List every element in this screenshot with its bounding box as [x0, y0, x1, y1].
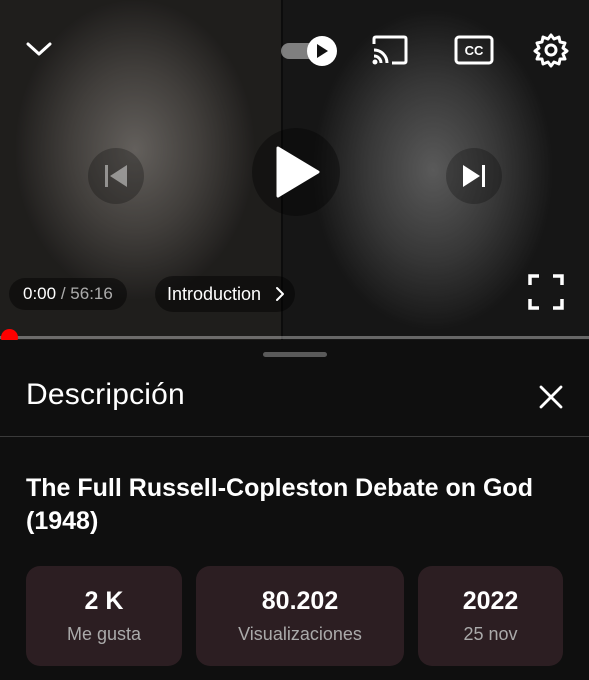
chevron-right-icon: [276, 287, 285, 301]
description-sheet: Descripción The Full Russell-Copleston D…: [0, 340, 589, 680]
time-separator-text: /: [60, 284, 66, 303]
cast-icon: [372, 35, 408, 65]
captions-button[interactable]: CC: [452, 30, 496, 70]
previous-icon: [105, 165, 127, 187]
time-display: 0:00 / 56:16: [9, 278, 127, 310]
progress-bar[interactable]: [0, 336, 589, 339]
cc-icon: CC: [454, 35, 494, 65]
total-duration: 56:16: [70, 284, 113, 303]
next-button[interactable]: [446, 148, 502, 204]
previous-button[interactable]: [88, 148, 144, 204]
chapter-button[interactable]: Introduction: [155, 276, 296, 312]
settings-icon: [533, 33, 569, 68]
settings-button[interactable]: [530, 29, 572, 71]
chevron-down-icon: [26, 42, 52, 56]
progress-scrubber[interactable]: [1, 329, 18, 340]
upload-date: 25 nov: [463, 624, 518, 644]
autoplay-knob: [307, 36, 337, 66]
cc-label: CC: [465, 43, 484, 58]
likes-count: 2 K: [84, 587, 124, 615]
autoplay-icon: [317, 44, 328, 58]
drag-handle[interactable]: [263, 352, 327, 357]
sheet-heading: Descripción: [26, 378, 185, 411]
chapter-title: Introduction: [167, 283, 262, 304]
time-separator: /: [56, 284, 70, 304]
fullscreen-button[interactable]: [524, 270, 568, 314]
date-stat: 2022 25 nov: [418, 566, 563, 666]
close-button[interactable]: [532, 378, 570, 416]
play-icon: [276, 146, 320, 198]
autoplay-toggle[interactable]: [281, 36, 339, 66]
video-player[interactable]: CC 0:00 / 56:16 Introduction: [0, 0, 589, 340]
sheet-divider: [0, 436, 589, 437]
views-label: Visualizaciones: [238, 624, 362, 644]
views-count: 80.202: [261, 587, 339, 615]
play-button[interactable]: [252, 128, 340, 216]
current-time: 0:00: [23, 284, 57, 303]
upload-year: 2022: [462, 587, 519, 615]
video-title: The Full Russell-Copleston Debate on God…: [26, 474, 533, 535]
views-stat: 80.202 Visualizaciones: [196, 566, 404, 666]
fullscreen-icon: [528, 274, 564, 310]
minimize-button[interactable]: [22, 32, 56, 66]
likes-label: Me gusta: [66, 624, 142, 644]
cast-button[interactable]: [368, 30, 412, 70]
likes-stat: 2 K Me gusta: [26, 566, 182, 666]
close-icon: [539, 385, 563, 409]
next-icon: [463, 165, 485, 187]
